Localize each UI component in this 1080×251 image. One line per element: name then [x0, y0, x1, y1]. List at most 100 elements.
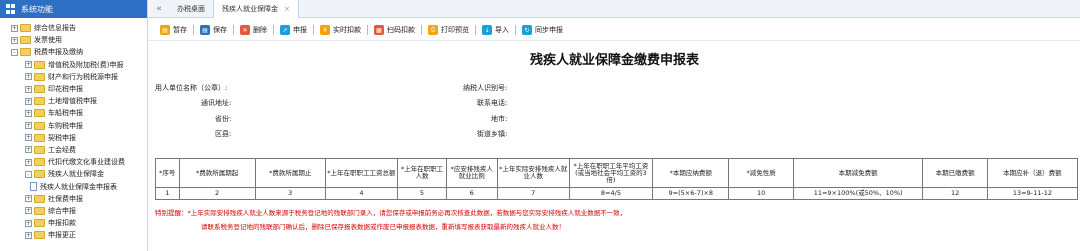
sidebar-item[interactable]: + 发票使用 [0, 34, 147, 46]
folder-icon [34, 133, 45, 142]
toolbar-button[interactable]: ✕ 删除 [237, 22, 270, 38]
sidebar-item[interactable]: + 印花税申报 [0, 83, 147, 95]
toolbar-icon: ↗ [280, 25, 290, 35]
toolbar-button[interactable]: ▤ 保存 [197, 22, 230, 38]
table-header-cell: *费款所属期起 [178, 158, 256, 188]
table-cell: 3 [254, 187, 326, 200]
toolbar-icon: ▤ [200, 25, 210, 35]
tab-bar: « 办税桌面 残疾人就业保障金 × [149, 0, 1080, 18]
app-window: 系统功能 + 综合信息报告 + 发票使用 - 税费申报及缴纳 + 增值税及附加税(费)申报 + 财… [0, 0, 1080, 251]
folder-icon [34, 219, 45, 228]
toolbar-button[interactable]: ¥ 实时扣款 [317, 22, 364, 38]
toolbar-icon: ¥ [320, 25, 330, 35]
tab-scroll-left-icon[interactable]: « [149, 4, 169, 14]
expand-icon[interactable]: + [25, 85, 32, 93]
expand-icon[interactable]: + [11, 36, 18, 44]
table-cell: 1 [155, 187, 180, 200]
folder-icon [34, 194, 45, 203]
sidebar-item[interactable]: + 综合申报 [0, 205, 147, 217]
folder-icon [34, 158, 45, 167]
table-header-cell: 本期减免费额 [792, 158, 924, 188]
field-employer-name: 用人单位名称（公章）: [155, 84, 228, 92]
sidebar-item[interactable]: + 土地增值税申报 [0, 95, 147, 107]
toolbar-button[interactable]: ▦ 扫码扣款 [371, 22, 418, 38]
expand-icon[interactable]: + [25, 73, 32, 81]
sidebar-item-label: 土地增值税申报 [48, 97, 97, 106]
sidebar-item[interactable]: + 综合信息报告 [0, 22, 147, 34]
expand-icon[interactable]: + [25, 207, 32, 215]
toolbar-divider [233, 25, 234, 35]
sidebar-item[interactable]: + 财产和行为税税源申报 [0, 71, 147, 83]
sidebar-item[interactable]: + 代扣代缴文化事业建设费 [0, 156, 147, 168]
sidebar-item-label: 残疾人就业保障金申报表 [40, 182, 117, 191]
table-cell: 4 [324, 187, 399, 200]
tab-desktop[interactable]: 办税桌面 [169, 0, 213, 18]
expand-icon[interactable]: + [25, 97, 32, 105]
table-header-cell: 本期已缴费额 [922, 158, 988, 188]
toolbar-button-label: 删除 [253, 26, 267, 34]
sidebar-item[interactable]: 残疾人就业保障金申报表 [0, 180, 147, 192]
expand-icon[interactable]: + [11, 24, 18, 32]
sidebar-item[interactable]: + 工会经费 [0, 144, 147, 156]
table-cell: 13=9-11-12 [986, 187, 1079, 200]
form-title: 残疾人就业保障金缴费申报表 [529, 53, 699, 68]
toolbar-divider [475, 25, 476, 35]
sidebar-item-label: 印花税申报 [48, 85, 83, 94]
folder-icon [34, 145, 45, 154]
expand-icon[interactable]: + [25, 219, 32, 227]
toolbar-divider [273, 25, 274, 35]
expand-icon[interactable]: + [25, 61, 32, 69]
grid-icon [6, 4, 16, 14]
warning-note-line1: 特别提醒：*上年实际安排残疾人就业人数来源于税务登记地的残联部门录入，请您保存或… [155, 209, 627, 217]
toolbar-divider [313, 25, 314, 35]
expand-icon[interactable]: + [25, 158, 32, 166]
toolbar-icon: ✕ [240, 25, 250, 35]
toolbar-button[interactable]: ▤ 暂存 [157, 22, 190, 38]
sidebar-item-label: 车船税申报 [48, 109, 83, 118]
toolbar: ▤ 暂存 ▤ 保存 ✕ 删除 ↗ 申报 ¥ 实时扣款 ▦ 扫码扣款 ⎙ 打印预览 ↓ 导入 ↻ 同步申报 [149, 21, 1080, 39]
table-header-cell: 本期应补（退）费额 [986, 158, 1079, 188]
collapse-icon[interactable]: - [11, 48, 18, 56]
expand-icon[interactable]: + [25, 195, 32, 203]
table-cell: 5 [397, 187, 447, 200]
sidebar-item[interactable]: + 增值税及附加税(费)申报 [0, 59, 147, 71]
table-cell: 7 [496, 187, 570, 200]
toolbar-divider [367, 25, 368, 35]
expand-icon[interactable]: + [25, 231, 32, 239]
sidebar-item[interactable]: + 社保费申报 [0, 193, 147, 205]
expand-icon[interactable]: + [25, 134, 32, 142]
close-icon[interactable]: × [284, 5, 290, 13]
folder-icon [34, 170, 45, 179]
toolbar-icon: ▤ [160, 25, 170, 35]
folder-icon [34, 231, 45, 240]
sidebar-item-label: 代扣代缴文化事业建设费 [48, 158, 125, 167]
sidebar-item[interactable]: - 税费申报及缴纳 [0, 46, 147, 58]
expand-icon[interactable]: + [25, 122, 32, 130]
toolbar-divider [421, 25, 422, 35]
table-cell: 2 [178, 187, 256, 200]
expand-icon[interactable]: + [25, 146, 32, 154]
expand-icon[interactable]: + [25, 109, 32, 117]
table-header-row: *序号 *费款所属期起 *费款所属期止 *上年在职职工工资总额 *上年在职职工人数 *应安… [155, 158, 1079, 188]
toolbar-button[interactable]: ↻ 同步申报 [519, 22, 566, 38]
table-header-cell: *本期应纳费额 [652, 158, 730, 188]
folder-icon [20, 48, 31, 57]
sidebar-item[interactable]: + 申报更正 [0, 229, 147, 241]
toolbar-button[interactable]: ↗ 申报 [277, 22, 310, 38]
sidebar-item[interactable]: + 车船税申报 [0, 107, 147, 119]
sidebar-item[interactable]: + 车购税申报 [0, 120, 147, 132]
sidebar-header: 系统功能 [0, 0, 147, 18]
toolbar-button[interactable]: ⎙ 打印预览 [425, 22, 472, 38]
tab-disability-fund[interactable]: 残疾人就业保障金 × [213, 0, 299, 18]
toolbar-button[interactable]: ↓ 导入 [479, 22, 512, 38]
folder-icon [34, 85, 45, 94]
sidebar-item[interactable]: + 契税申报 [0, 132, 147, 144]
folder-icon [34, 121, 45, 130]
sidebar-item-label: 申报扣款 [48, 219, 76, 228]
folder-icon [20, 24, 31, 33]
sidebar-item[interactable]: + 申报扣款 [0, 217, 147, 229]
collapse-icon[interactable]: - [25, 170, 32, 178]
sidebar-item[interactable]: - 残疾人就业保障金 [0, 168, 147, 180]
tab-label: 办税桌面 [177, 4, 205, 13]
table-cell: 6 [445, 187, 498, 200]
